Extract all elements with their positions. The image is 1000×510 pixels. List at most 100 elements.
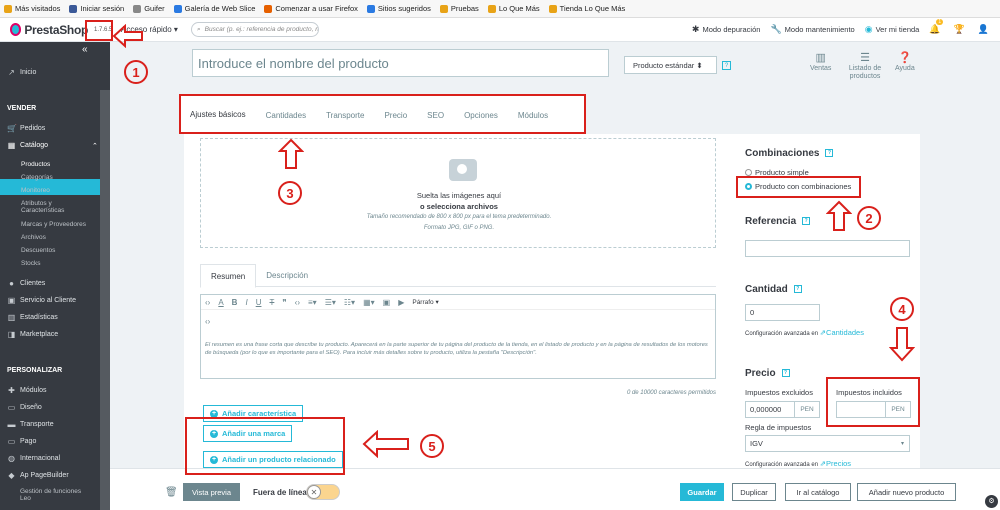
tab-description[interactable]: Descripción [256, 264, 318, 286]
help-icon[interactable]: ? [793, 285, 802, 294]
select-files-link[interactable]: o selecciona archivos [201, 202, 717, 211]
help-icon[interactable]: ? [825, 149, 834, 158]
tab-basic[interactable]: Ajustes básicos [180, 96, 256, 134]
reference-input[interactable] [745, 240, 910, 257]
sidebar-item-design[interactable]: ▭ Diseño [7, 403, 42, 412]
media-icon[interactable]: ▶ [398, 298, 404, 307]
sidebar-item-modules[interactable]: ✚ Módulos [7, 386, 46, 395]
notifications-button[interactable]: 🔔 1 [929, 19, 944, 35]
numbered-list-icon[interactable]: ☷▾ [344, 298, 355, 307]
view-store-link[interactable]: ◉ Ver mi tienda [865, 24, 920, 35]
summary-editor[interactable]: ‹› A B I U T ❞ ‹› ≡▾ ☰▾ ☷▾ ▦▾ ▣ ▶ Párrafo ▾ ‹› El resu… [200, 294, 716, 379]
bookmark-item[interactable]: Tienda Lo Que Más [548, 4, 625, 13]
sidebar-item-payment[interactable]: ▭ Pago [7, 437, 37, 446]
save-button[interactable]: Guardar [680, 483, 724, 501]
radio-combinations-product[interactable]: Producto con combinaciones [745, 182, 851, 191]
bookmark-item[interactable]: Guifer [133, 4, 165, 13]
help-icon[interactable]: ? [781, 369, 790, 378]
product-type-select[interactable]: Producto estándar ⬍ [624, 56, 717, 74]
text-color-icon[interactable]: A [218, 298, 223, 307]
product-name-input[interactable]: Introduce el nombre del producto [192, 49, 609, 77]
quantities-link[interactable]: ⇗Cantidades [820, 328, 864, 337]
quote-icon[interactable]: ❞ [282, 298, 286, 307]
sidebar-sub-files[interactable]: Archivos [21, 234, 46, 241]
add-new-product-button[interactable]: Añadir nuevo producto [857, 483, 956, 501]
image-icon[interactable]: ▣ [383, 298, 391, 307]
corner-widget[interactable]: ⚙ [985, 495, 998, 508]
sidebar-item-leo[interactable]: Gestión de funciones Leo [20, 488, 90, 502]
sidebar-item-home[interactable]: ↗ Inicio [7, 68, 36, 77]
code-block-icon[interactable]: ‹› [295, 298, 300, 307]
duplicate-button[interactable]: Duplicar [732, 483, 776, 501]
collapse-button[interactable]: « [82, 44, 88, 55]
desktop-icon: ▭ [7, 403, 16, 412]
go-to-catalog-button[interactable]: Ir al catálogo [785, 483, 851, 501]
profile-button[interactable]: 👤 [978, 24, 992, 35]
help-button[interactable]: ❓ Ayuda [895, 53, 915, 73]
maintenance-mode-link[interactable]: 🔧 Modo mantenimiento [770, 24, 854, 35]
tab-quantities[interactable]: Cantidades [256, 96, 316, 134]
delete-icon[interactable]: 🗑 [165, 487, 178, 498]
bookmark-item[interactable]: Galería de Web Slice [173, 4, 255, 13]
underline-icon[interactable]: U [256, 298, 262, 307]
sidebar-item-pagebuilder[interactable]: ◆ Ap PageBuilder [7, 471, 68, 480]
sidebar-item-customers[interactable]: ● Clientes [7, 279, 45, 288]
bookmark-item[interactable]: Pruebas [439, 4, 479, 13]
person-icon: ● [9, 279, 14, 288]
tab-modules[interactable]: Módulos [508, 96, 558, 134]
strikethrough-icon[interactable]: T [269, 298, 274, 307]
help-icon[interactable]: ? [802, 217, 811, 226]
price-excl-input[interactable]: 0,000000 PEN [745, 401, 820, 418]
sidebar-sub-discounts[interactable]: Descuentos [21, 247, 55, 254]
radio-simple-product[interactable]: Producto simple [745, 168, 809, 177]
sidebar-item-international[interactable]: ◍ Internacional [7, 454, 60, 463]
table-icon[interactable]: ▦▾ [363, 298, 375, 307]
add-related-product-button[interactable]: + Añadir un producto relacionado [203, 451, 343, 468]
tab-price[interactable]: Precio [374, 96, 417, 134]
tab-shipping[interactable]: Transporte [316, 96, 374, 134]
bookmark-item[interactable]: Sitios sugeridos [366, 4, 431, 13]
sidebar-scrollbar[interactable] [100, 90, 110, 510]
debug-mode-link[interactable]: ✱ Modo depuración [692, 24, 761, 35]
sidebar-sub-stocks[interactable]: Stocks [21, 260, 41, 267]
bookmark-item[interactable]: Más visitados [4, 4, 60, 13]
online-toggle[interactable]: ✕ [306, 484, 340, 500]
sidebar-item-marketplace[interactable]: ◨ Marketplace [7, 330, 58, 339]
bookmark-item[interactable]: Iniciar sesión [69, 4, 124, 13]
prestashop-logo[interactable]: PrestaShop [10, 23, 88, 37]
sidebar-sub-categories[interactable]: Categorías [21, 174, 53, 181]
product-list-button[interactable]: ☰ Listado de productos [845, 53, 885, 81]
sidebar-item-service[interactable]: ▣ Servicio al Cliente [7, 296, 76, 305]
sidebar-sub-attributes[interactable]: Atributos y Características [21, 200, 96, 214]
sidebar-item-orders[interactable]: 🛒 Pedidos [7, 124, 45, 133]
sidebar-item-shipping[interactable]: ▬ Transporte [7, 420, 54, 429]
tax-rule-select[interactable]: IGV ▾ [745, 435, 910, 452]
quantity-input[interactable]: 0 [745, 304, 820, 321]
add-feature-button[interactable]: + Añadir característica [203, 405, 304, 422]
bold-icon[interactable]: B [232, 298, 238, 307]
tab-summary[interactable]: Resumen [200, 264, 257, 288]
search-input[interactable]: ⌕ Buscar (p. ej.: referencia de producto,… [191, 22, 319, 37]
sidebar-item-catalog[interactable]: ▦ Catálogo ⌃ [7, 141, 98, 150]
code-icon[interactable]: ‹› [205, 298, 210, 307]
tab-options[interactable]: Opciones [454, 96, 508, 134]
bookmark-item[interactable]: Lo Que Más [487, 4, 540, 13]
source-code-icon[interactable]: ‹› [205, 317, 210, 326]
bookmark-item[interactable]: Comenzar a usar Firefox [264, 4, 358, 13]
sales-button[interactable]: ▥ Ventas [810, 53, 831, 73]
trophy-button[interactable]: 🏆 [954, 24, 968, 35]
sidebar-sub-brands[interactable]: Marcas y Proveedores [21, 221, 86, 228]
add-brand-button[interactable]: + Añadir una marca [203, 425, 293, 442]
paragraph-select[interactable]: Párrafo ▾ [412, 298, 438, 306]
help-icon[interactable]: ? [722, 61, 731, 70]
price-incl-input[interactable]: PEN [836, 401, 911, 418]
italic-icon[interactable]: I [245, 298, 247, 307]
prices-link[interactable]: ⇗Precios [820, 459, 851, 468]
sidebar-sub-products[interactable]: Productos [21, 161, 50, 168]
sidebar-sub-monitoring[interactable]: Monitoreo [21, 187, 50, 194]
bullet-list-icon[interactable]: ☰▾ [325, 298, 336, 307]
sidebar-item-stats[interactable]: ▥ Estadísticas [7, 313, 58, 322]
tab-seo[interactable]: SEO [417, 96, 454, 134]
preview-button[interactable]: Vista previa [183, 483, 240, 501]
align-icon[interactable]: ≡▾ [308, 298, 317, 307]
